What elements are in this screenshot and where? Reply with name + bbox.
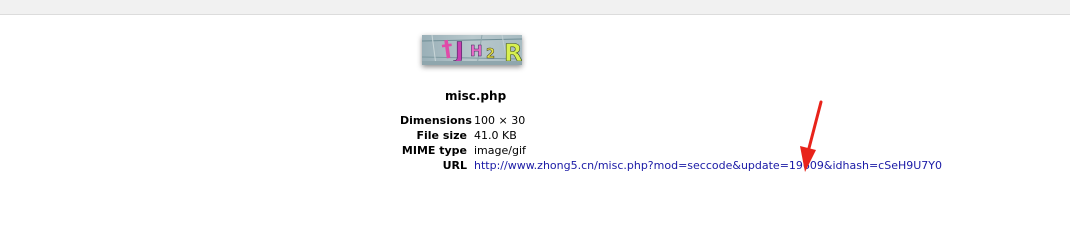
- url-row: URL http://www.zhong5.cn/misc.php?mod=se…: [400, 158, 942, 173]
- file-name: misc.php: [445, 89, 507, 103]
- mime-type-value: image/gif: [474, 144, 526, 157]
- mime-type-label: MIME type: [401, 144, 467, 157]
- svg-text:J: J: [453, 37, 464, 65]
- file-size-value: 41.0 KB: [474, 129, 517, 142]
- file-size-row: File size 41.0 KB: [400, 128, 942, 143]
- dimensions-row: Dimensions 100 × 30: [400, 113, 942, 128]
- url-label: URL: [442, 159, 467, 172]
- browser-top-bar: [0, 0, 1070, 15]
- dimensions-label: Dimensions: [400, 114, 472, 127]
- svg-text:2: 2: [486, 47, 495, 62]
- mime-type-row: MIME type image/gif: [400, 143, 942, 158]
- url-link[interactable]: http://www.zhong5.cn/misc.php?mod=seccod…: [474, 158, 942, 173]
- red-arrow-annotation: [795, 100, 825, 179]
- svg-text:H: H: [470, 42, 483, 60]
- dimensions-value: 100 × 30: [474, 114, 526, 127]
- captcha-image: † J H 2 R: [422, 35, 522, 65]
- image-info-table: Dimensions 100 × 30 File size 41.0 KB MI…: [400, 113, 942, 173]
- file-size-label: File size: [416, 129, 467, 142]
